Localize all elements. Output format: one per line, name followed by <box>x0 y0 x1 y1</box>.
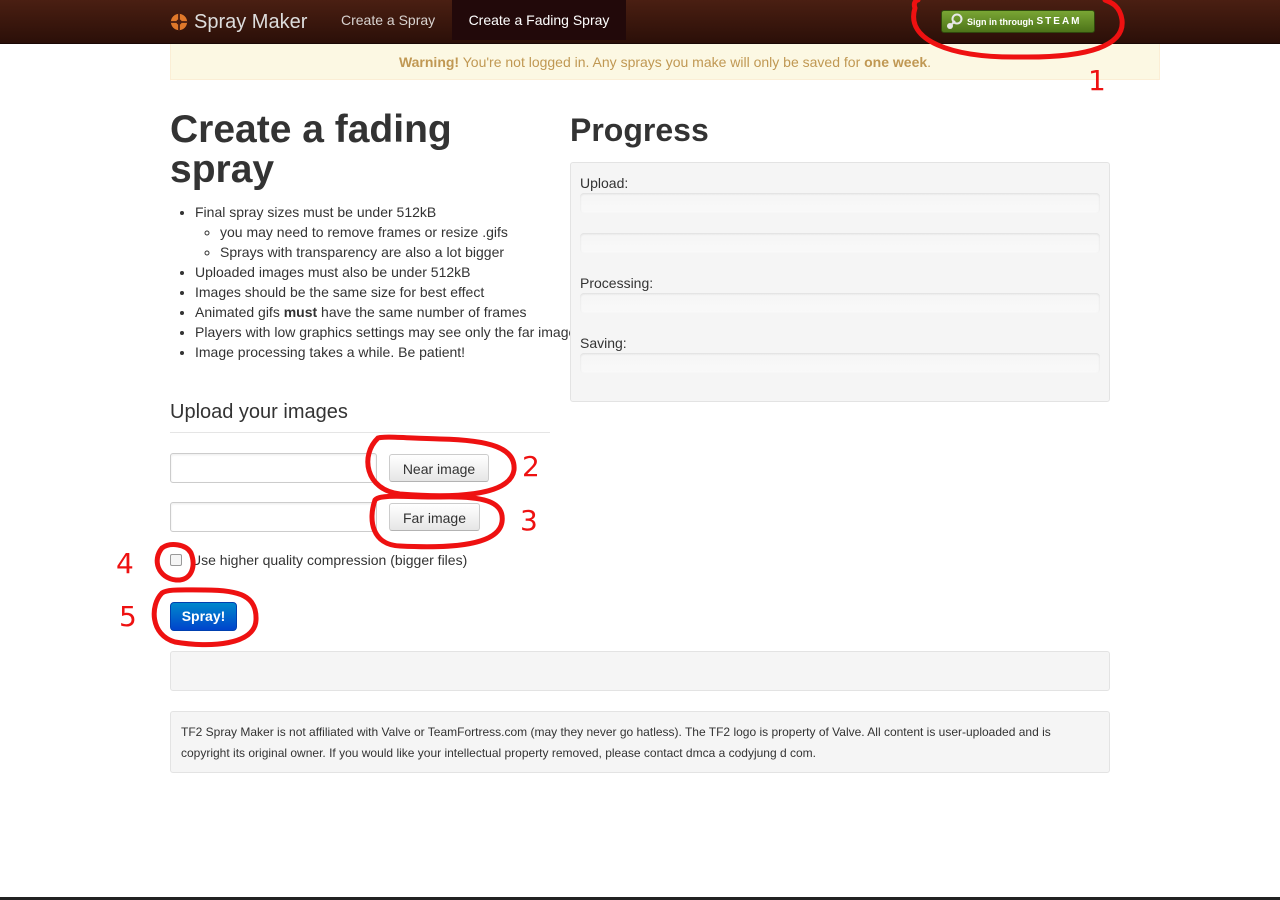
saving-progress-bar <box>580 353 1100 373</box>
progress-panel: Upload: Processing: Saving: <box>570 162 1110 402</box>
upload-label: Upload: <box>580 175 629 191</box>
login-warning: Warning! You're not logged in. Any spray… <box>170 44 1160 80</box>
upload-progress-bar <box>580 193 1100 213</box>
annotation-label-5: 5 <box>119 600 137 633</box>
steam-signin-button[interactable]: Sign in through STEAM <box>941 10 1095 33</box>
rules-list: Final spray sizes must be under 512kB yo… <box>170 202 585 362</box>
top-navbar: Spray Maker Create a Spray Create a Fadi… <box>0 0 1280 44</box>
rule-item: Uploaded images must also be under 512kB <box>195 262 585 282</box>
far-image-button[interactable]: Far image <box>389 503 480 531</box>
annotation-label-2: 2 <box>522 450 540 483</box>
rule-sublist: you may need to remove frames or resize … <box>195 222 585 262</box>
annotation-label-1: 1 <box>1088 64 1106 97</box>
status-panel <box>170 651 1110 691</box>
rule-subitem: Sprays with transparency are also a lot … <box>220 242 585 262</box>
tf2-logo-icon <box>170 12 188 31</box>
nav-create-spray[interactable]: Create a Spray <box>326 0 450 40</box>
annotation-label-3: 3 <box>520 504 538 537</box>
annotation-label-4: 4 <box>116 547 134 580</box>
rule-subitem: you may need to remove frames or resize … <box>220 222 585 242</box>
near-image-button[interactable]: Near image <box>389 454 489 482</box>
progress-title: Progress <box>570 112 709 148</box>
hq-compression-label: Use higher quality compression (bigger f… <box>191 552 468 568</box>
far-image-filename[interactable] <box>170 502 377 532</box>
page-title: Create a fading spray <box>170 108 452 191</box>
warning-prefix: Warning! <box>398 54 460 70</box>
steam-logo-icon <box>947 13 963 29</box>
upload-section-title: Upload your images <box>170 399 550 433</box>
near-image-filename[interactable] <box>170 453 377 483</box>
hq-compression-option[interactable]: Use higher quality compression (bigger f… <box>170 552 467 568</box>
rule-item: Final spray sizes must be under 512kB yo… <box>195 202 585 262</box>
steam-signin-text: Sign in through <box>967 16 1034 27</box>
saving-label: Saving: <box>580 335 627 351</box>
brand-name: Spray Maker <box>194 10 308 33</box>
processing-label: Processing: <box>580 275 654 291</box>
processing-progress-bar <box>580 293 1100 313</box>
upload-progress-bar-2 <box>580 233 1100 253</box>
hq-compression-checkbox[interactable] <box>170 554 182 566</box>
warning-suffix: . <box>927 54 932 70</box>
warning-emphasis: one week <box>864 54 928 70</box>
warning-text: You're not logged in. Any sprays you mak… <box>459 54 865 70</box>
spray-button[interactable]: Spray! <box>170 602 237 631</box>
brand-link[interactable]: Spray Maker <box>170 0 307 43</box>
rule-item: Image processing takes a while. Be patie… <box>195 342 585 362</box>
rule-item: Animated gifs must have the same number … <box>195 302 585 322</box>
rule-item: Players with low graphics settings may s… <box>195 322 585 342</box>
rule-item: Images should be the same size for best … <box>195 282 585 302</box>
steam-word: STEAM <box>1036 16 1082 27</box>
footer-disclaimer: TF2 Spray Maker is not affiliated with V… <box>170 711 1110 773</box>
nav-create-fading-spray[interactable]: Create a Fading Spray <box>452 0 626 40</box>
